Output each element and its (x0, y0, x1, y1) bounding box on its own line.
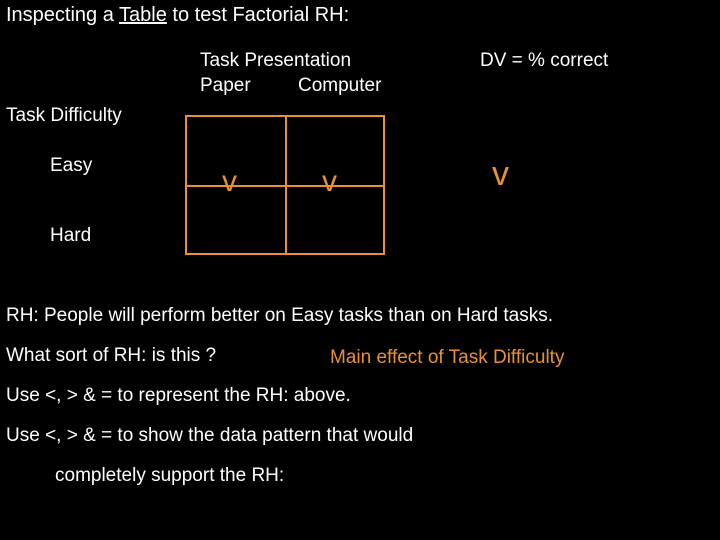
rh-statement: RH: People will perform better on Easy t… (6, 305, 553, 327)
computer-label: Computer (298, 75, 381, 97)
factorial-grid (185, 115, 385, 255)
comparison-mark-main: v (492, 155, 509, 194)
instruction-2-cont: completely support the RH: (55, 465, 284, 487)
title-part3: to test Factorial RH: (167, 4, 349, 26)
instruction-2: Use <, > & = to show the data pattern th… (6, 425, 413, 447)
title-part1: Inspecting a (6, 4, 119, 26)
question-text: What sort of RH: is this ? (6, 345, 216, 367)
easy-label: Easy (50, 155, 92, 177)
grid-horizontal-line (185, 185, 385, 187)
comparison-mark-computer: v (322, 165, 338, 199)
task-presentation-label: Task Presentation (200, 50, 351, 72)
comparison-mark-paper: v (222, 165, 238, 199)
task-difficulty-label: Task Difficulty (6, 105, 122, 127)
hard-label: Hard (50, 225, 91, 247)
dv-label: DV = % correct (480, 50, 608, 72)
slide-title: Inspecting a Table to test Factorial RH: (6, 4, 349, 27)
title-underline: Table (119, 4, 167, 26)
answer-text: Main effect of Task Difficulty (330, 347, 564, 369)
paper-label: Paper (200, 75, 251, 97)
instruction-1: Use <, > & = to represent the RH: above. (6, 385, 351, 407)
